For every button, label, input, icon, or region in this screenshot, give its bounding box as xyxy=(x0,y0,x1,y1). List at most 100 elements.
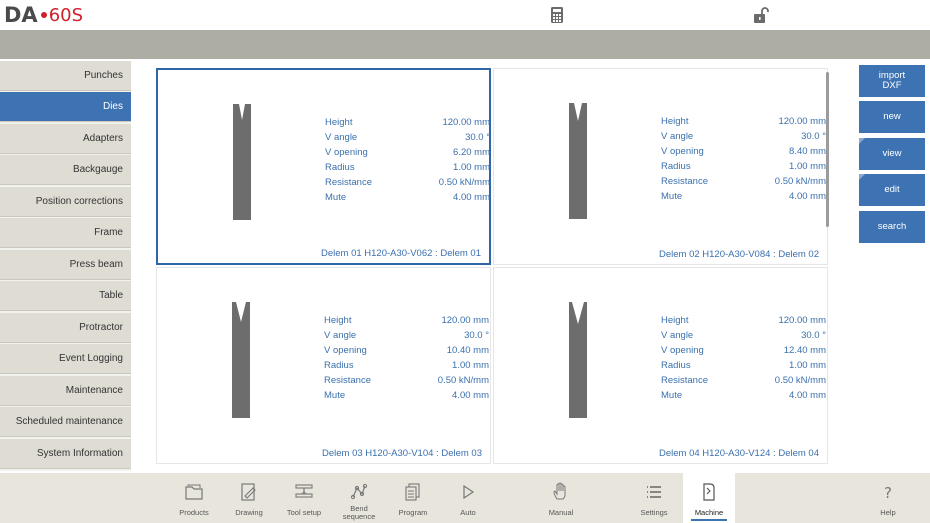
prop-label: Resistance xyxy=(324,375,371,386)
machine-icon xyxy=(703,483,715,501)
logo-model: 60S xyxy=(48,4,84,26)
sidebar-item-position-corrections[interactable]: Position corrections xyxy=(0,187,131,217)
sidebar-item-dies[interactable]: Dies xyxy=(0,92,131,122)
prop-v-opening: V opening 10.40 mm xyxy=(324,345,489,360)
prop-value: 30.0 ° xyxy=(801,330,826,341)
die-profile-icon xyxy=(569,103,587,219)
unlocked-padlock-icon[interactable] xyxy=(752,6,770,24)
die-profile-icon xyxy=(233,104,251,220)
import-dxf-button[interactable]: import DXF xyxy=(859,65,925,97)
tool-setup-icon xyxy=(295,484,313,498)
logo-dot xyxy=(40,12,47,18)
prop-resistance: Resistance 0.50 kN/mm xyxy=(661,375,826,390)
nav-label: Auto xyxy=(460,508,476,517)
nav-machine[interactable]: Machine xyxy=(683,473,735,523)
sidebar-item-protractor[interactable]: Protractor xyxy=(0,313,131,343)
prop-label: Height xyxy=(661,116,689,127)
nav-program[interactable]: Program xyxy=(387,473,439,523)
nav-manual[interactable]: Manual xyxy=(535,473,587,523)
prop-mute: Mute 4.00 mm xyxy=(661,390,826,405)
die-name: Delem 03 H120-A30-V104 : Delem 03 xyxy=(321,448,482,459)
list-scrollbar[interactable] xyxy=(826,72,829,227)
die-profile-icon xyxy=(232,302,250,418)
nav-drawing[interactable]: Drawing xyxy=(223,473,275,523)
sidebar-item-event-logging[interactable]: Event Logging xyxy=(0,344,131,374)
nav-label: Manual xyxy=(548,508,574,517)
prop-mute: Mute 4.00 mm xyxy=(661,191,826,206)
sidebar-item-backgauge[interactable]: Backgauge xyxy=(0,155,131,185)
calculator-icon[interactable] xyxy=(548,6,566,24)
nav-auto[interactable]: Auto xyxy=(442,473,494,523)
sidebar-item-adapters[interactable]: Adapters xyxy=(0,124,131,154)
die-card[interactable]: Height 120.00 mm V angle 30.0 ° V opening 1… xyxy=(156,267,491,464)
prop-v-opening: V opening 8.40 mm xyxy=(661,146,826,161)
prop-resistance: Resistance 0.50 kN/mm xyxy=(325,177,490,192)
sidebar-item-scheduled-maintenance[interactable]: Scheduled maintenance xyxy=(0,407,131,437)
new-label: new xyxy=(883,111,901,122)
prop-label: Radius xyxy=(661,360,691,371)
nav-settings[interactable]: Settings xyxy=(628,473,680,523)
sidebar-item-system-information[interactable]: System Information xyxy=(0,439,131,469)
prop-value: 12.40 mm xyxy=(783,345,826,356)
prop-height: Height 120.00 mm xyxy=(324,315,489,330)
pages-icon xyxy=(405,483,420,501)
sidebar-item-punches[interactable]: Punches xyxy=(0,61,131,91)
prop-resistance: Resistance 0.50 kN/mm xyxy=(661,176,826,191)
header-band xyxy=(0,30,930,59)
prop-v-angle: V angle 30.0 ° xyxy=(324,330,489,345)
pencil-drawing-icon xyxy=(241,483,256,501)
prop-value: 120.00 mm xyxy=(441,315,489,326)
prop-label: V angle xyxy=(324,330,357,341)
prop-value: 4.00 mm xyxy=(453,192,490,203)
play-icon xyxy=(463,484,475,500)
nav-help[interactable]: ? Help xyxy=(862,473,914,523)
prop-value: 0.50 kN/mm xyxy=(774,176,826,187)
die-card[interactable]: Height 120.00 mm V angle 30.0 ° V opening 6… xyxy=(156,68,491,265)
prop-label: Radius xyxy=(324,360,354,371)
edit-button[interactable]: edit xyxy=(859,174,925,206)
prop-resistance: Resistance 0.50 kN/mm xyxy=(324,375,489,390)
nav-tool-setup[interactable]: Tool setup xyxy=(278,473,330,523)
prop-label: Height xyxy=(324,315,352,326)
logo: DA 60S xyxy=(4,3,83,27)
prop-height: Height 120.00 mm xyxy=(661,116,826,131)
prop-value: 10.40 mm xyxy=(446,345,489,356)
prop-label: Mute xyxy=(661,390,683,401)
sidebar-item-frame[interactable]: Frame xyxy=(0,218,131,248)
die-card[interactable]: Height 120.00 mm V angle 30.0 ° V opening 8… xyxy=(493,68,828,265)
active-indicator xyxy=(691,519,727,521)
nav-label: Bend sequence xyxy=(342,504,376,521)
top-bar: DA 60S xyxy=(0,0,930,30)
prop-value: 30.0 ° xyxy=(801,131,826,142)
folder-icon xyxy=(185,484,203,500)
prop-label: Radius xyxy=(325,162,355,173)
nav-label: Machine xyxy=(694,508,724,517)
prop-value: 120.00 mm xyxy=(442,117,490,128)
prop-label: Resistance xyxy=(661,176,708,187)
import-dxf-label: import DXF xyxy=(879,71,905,91)
sidebar-item-press-beam[interactable]: Press beam xyxy=(0,250,131,280)
prop-label: V opening xyxy=(325,147,368,158)
view-button[interactable]: view xyxy=(859,138,925,170)
nav-bend-sequence[interactable]: Bend sequence xyxy=(333,473,385,523)
prop-value: 8.40 mm xyxy=(789,146,826,157)
prop-v-angle: V angle 30.0 ° xyxy=(661,330,826,345)
logo-brand: DA xyxy=(4,3,38,27)
nav-label: Tool setup xyxy=(286,508,322,517)
prop-radius: Radius 1.00 mm xyxy=(325,162,490,177)
sidebar-item-maintenance[interactable]: Maintenance xyxy=(0,376,131,406)
nav-products[interactable]: Products xyxy=(168,473,220,523)
prop-value: 4.00 mm xyxy=(452,390,489,401)
prop-label: Resistance xyxy=(661,375,708,386)
bend-sequence-icon xyxy=(350,483,368,500)
prop-label: Mute xyxy=(324,390,346,401)
prop-radius: Radius 1.00 mm xyxy=(324,360,489,375)
prop-label: Height xyxy=(325,117,353,128)
prop-value: 120.00 mm xyxy=(778,116,826,127)
new-button[interactable]: new xyxy=(859,101,925,133)
search-button[interactable]: search xyxy=(859,211,925,243)
sidebar-item-table[interactable]: Table xyxy=(0,281,131,311)
die-card[interactable]: Height 120.00 mm V angle 30.0 ° V opening 1… xyxy=(493,267,828,464)
view-label: view xyxy=(882,148,902,159)
die-properties: Height 120.00 mm V angle 30.0 ° V opening 6… xyxy=(325,117,490,207)
